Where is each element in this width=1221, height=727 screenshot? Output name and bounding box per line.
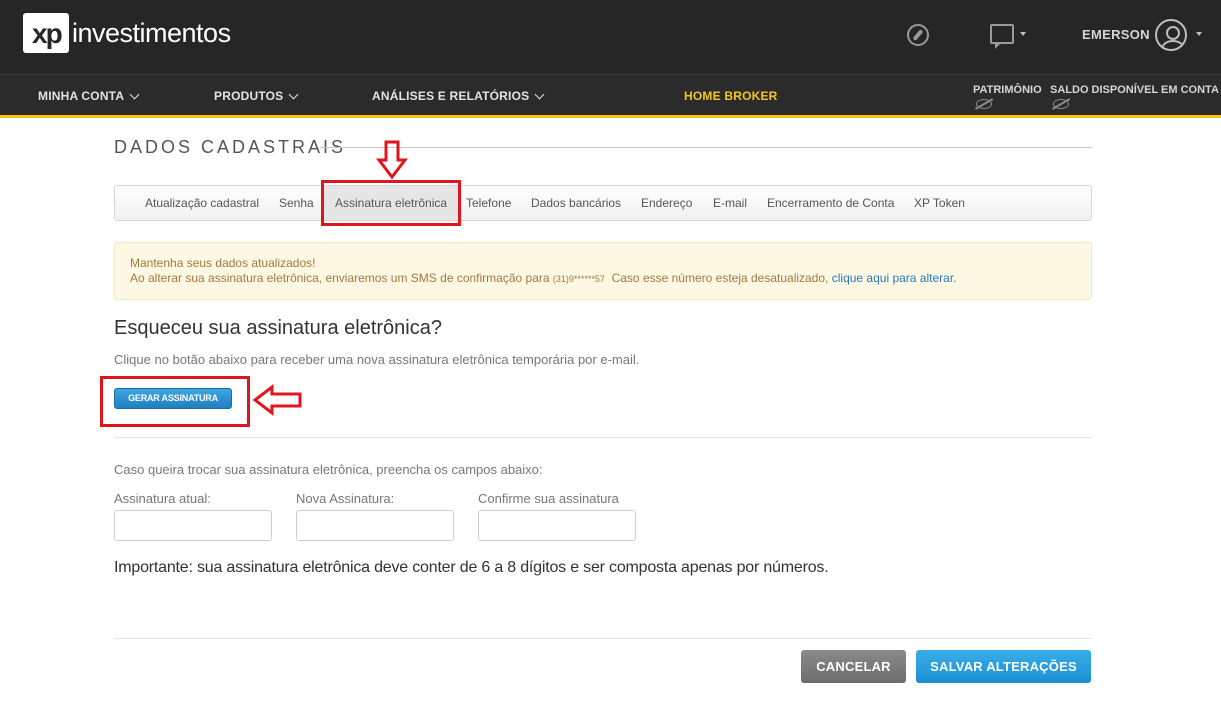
nav-label: MINHA CONTA bbox=[38, 89, 125, 103]
footer-divider bbox=[114, 638, 1092, 639]
annotation-highlight-box bbox=[100, 376, 250, 427]
section-divider bbox=[114, 437, 1092, 438]
tab-senha[interactable]: Senha bbox=[279, 196, 314, 210]
chevron-down-icon bbox=[534, 89, 545, 99]
cancel-button[interactable]: CANCELAR bbox=[801, 650, 906, 683]
alert-line-2: Ao alterar sua assinatura eletrônica, en… bbox=[130, 271, 1091, 287]
alert-line-1: Mantenha seus dados atualizados! bbox=[130, 256, 316, 270]
saldo-stat[interactable]: SALDO DISPONÍVEL EM CONTA bbox=[1050, 84, 1219, 109]
down-arrow-annotation-icon bbox=[375, 140, 409, 180]
alert-text: Ao alterar sua assinatura eletrônica, en… bbox=[130, 271, 553, 285]
chat-dropdown-caret-icon[interactable] bbox=[1020, 32, 1026, 36]
change-phone-link[interactable]: clique aqui para alterar bbox=[832, 271, 953, 285]
change-instructions: Caso queira trocar sua assinatura eletrô… bbox=[114, 462, 543, 477]
xp-logo-mark: xp bbox=[23, 13, 69, 53]
logo-mark-text: xp bbox=[32, 18, 63, 49]
logo-text: investimentos bbox=[72, 17, 231, 48]
masked-phone: (31)9******57 bbox=[552, 274, 605, 284]
xp-logo[interactable]: xp investimentos bbox=[23, 13, 231, 53]
tab-xp-token[interactable]: XP Token bbox=[914, 196, 965, 210]
top-header: xp investimentos EMERSON bbox=[0, 0, 1221, 74]
chevron-down-icon bbox=[129, 89, 140, 99]
saldo-label: SALDO DISPONÍVEL EM CONTA bbox=[1050, 84, 1219, 96]
left-arrow-annotation-icon bbox=[252, 383, 302, 417]
warning-alert: Mantenha seus dados atualizados! Ao alte… bbox=[114, 242, 1092, 300]
tab-atualizacao-cadastral[interactable]: Atualização cadastral bbox=[145, 196, 259, 210]
confirm-signature-input[interactable] bbox=[478, 510, 636, 541]
forgot-description: Clique no botão abaixo para receber uma … bbox=[114, 352, 640, 367]
nav-home-broker[interactable]: HOME BROKER bbox=[684, 89, 778, 103]
new-signature-label: Nova Assinatura: bbox=[296, 491, 395, 506]
tab-email[interactable]: E-mail bbox=[713, 196, 747, 210]
user-name[interactable]: EMERSON bbox=[1082, 27, 1150, 42]
page-title: DADOS CADASTRAIS bbox=[114, 137, 347, 157]
annotation-highlight-box bbox=[321, 180, 461, 226]
user-dropdown-caret-icon[interactable] bbox=[1196, 32, 1202, 36]
forgot-heading: Esqueceu sua assinatura eletrônica? bbox=[114, 317, 442, 339]
chevron-down-icon bbox=[288, 89, 299, 99]
tab-encerramento-conta[interactable]: Encerramento de Conta bbox=[767, 196, 894, 210]
nav-produtos[interactable]: PRODUTOS bbox=[214, 89, 299, 103]
nav-minha-conta[interactable]: MINHA CONTA bbox=[38, 89, 140, 103]
chat-icon[interactable] bbox=[990, 24, 1014, 49]
patrimonio-stat[interactable]: PATRIMÔNIO bbox=[973, 84, 1042, 109]
main-nav: MINHA CONTA PRODUTOS ANÁLISES E RELATÓRI… bbox=[0, 74, 1221, 118]
compass-icon[interactable] bbox=[907, 24, 929, 46]
nav-analises-relatorios[interactable]: ANÁLISES E RELATÓRIOS bbox=[372, 89, 545, 103]
alert-text-suffix: Caso esse número esteja desatualizado, bbox=[604, 271, 832, 285]
eye-hidden-icon[interactable] bbox=[976, 99, 992, 109]
alert-period: . bbox=[953, 271, 957, 285]
nav-label: HOME BROKER bbox=[684, 89, 778, 103]
tab-telefone[interactable]: Telefone bbox=[466, 196, 511, 210]
nav-label: ANÁLISES E RELATÓRIOS bbox=[372, 89, 530, 103]
profile-tabs: Atualização cadastral Senha Assinatura e… bbox=[114, 185, 1092, 221]
eye-hidden-icon[interactable] bbox=[1053, 99, 1069, 109]
tab-dados-bancarios[interactable]: Dados bancários bbox=[531, 196, 621, 210]
confirm-signature-label: Confirme sua assinatura bbox=[478, 491, 619, 506]
nav-label: PRODUTOS bbox=[214, 89, 284, 103]
avatar-icon[interactable] bbox=[1155, 19, 1187, 51]
title-divider bbox=[320, 147, 1092, 148]
save-changes-button[interactable]: SALVAR ALTERAÇÕES bbox=[916, 650, 1091, 683]
new-signature-input[interactable] bbox=[296, 510, 454, 541]
current-signature-input[interactable] bbox=[114, 510, 272, 541]
current-signature-label: Assinatura atual: bbox=[114, 491, 211, 506]
important-note: Importante: sua assinatura eletrônica de… bbox=[114, 559, 829, 576]
tab-endereco[interactable]: Endereço bbox=[641, 196, 692, 210]
patrimonio-label: PATRIMÔNIO bbox=[973, 84, 1042, 96]
